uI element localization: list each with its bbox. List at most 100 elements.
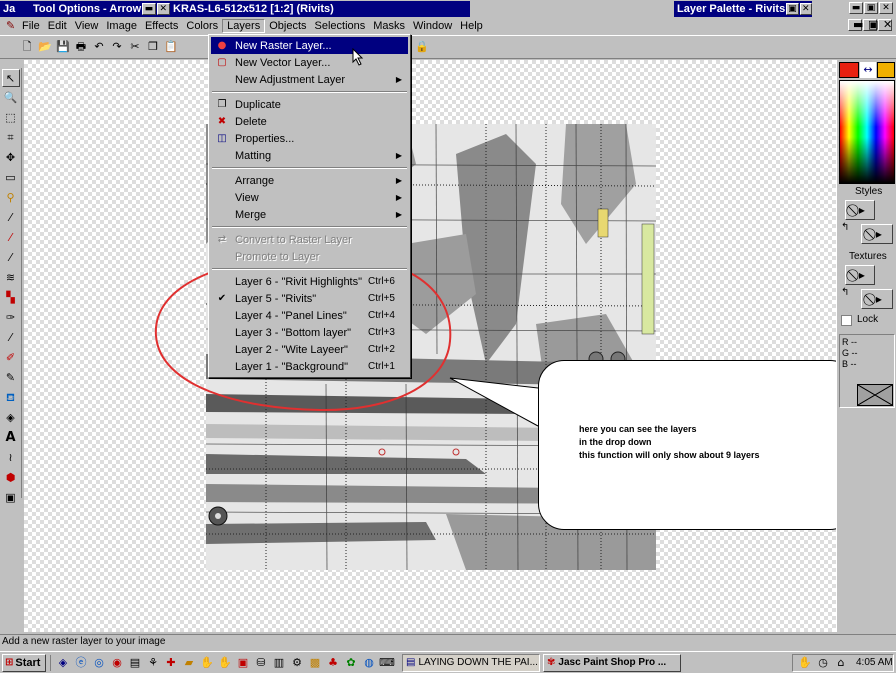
canvas-workspace[interactable]: here you can see the layers in the drop … [24,60,856,632]
new-file-icon[interactable]: 🗋 [20,40,34,54]
picture-tube-tool-icon[interactable]: ✐ [2,349,20,367]
menu-colors[interactable]: Colors [182,20,222,32]
cut-icon[interactable]: ✂ [128,40,142,54]
lock-checkbox[interactable] [841,315,852,326]
foreground-swatch[interactable] [839,62,859,78]
object-selector-tool-icon[interactable]: ▣ [2,489,20,507]
foreground-texture-button[interactable]: ⃠ ▸ [845,265,875,285]
undo-icon[interactable]: ↶ [92,40,106,54]
paint-icon[interactable]: ♣ [325,655,341,671]
menu-help[interactable]: Help [456,20,487,32]
menu-item-layer-5[interactable]: ✔ Layer 5 - "Rivits" Ctrl+5 [211,290,408,307]
scratch-remover-tool-icon[interactable]: ✑ [2,309,20,327]
menu-masks[interactable]: Masks [369,20,409,32]
open-folder-icon[interactable]: 📂 [38,40,52,54]
background-style-button[interactable]: ⃠ ▸ [861,224,893,244]
arrow-tool-icon[interactable]: ↖ [1,69,20,87]
mover-tool-icon[interactable]: ✥ [2,149,20,167]
tool-options-minimize-button[interactable]: ▬ [142,3,156,15]
chat-icon[interactable]: ⌨ [379,655,395,671]
doc-close-button[interactable]: ✕ [878,19,892,31]
tray-network-icon[interactable]: ⌂ [833,655,849,671]
menu-item-arrange[interactable]: Arrange ▶ [211,172,408,189]
crop-tool-icon[interactable]: ⌗ [2,129,20,147]
menu-objects[interactable]: Objects [265,20,310,32]
menu-item-layer-2[interactable]: Layer 2 - "Wite Layeer" Ctrl+2 [211,341,408,358]
plus-icon[interactable]: ✚ [163,655,179,671]
paste-icon[interactable]: 📋 [164,40,178,54]
menu-item-new-adjustment-layer[interactable]: New Adjustment Layer ▶ [211,71,408,88]
menu-item-merge[interactable]: Merge ▶ [211,206,408,223]
desktop-icon[interactable]: ◈ [55,655,71,671]
fill-tool-icon[interactable]: ◈ [2,409,20,427]
draw-tool-icon[interactable]: ≀ [2,449,20,467]
hand-icon[interactable]: ✋ [199,655,215,671]
media-icon[interactable]: ▥ [271,655,287,671]
game-icon[interactable]: ✿ [343,655,359,671]
menu-item-view[interactable]: View ▶ [211,189,408,206]
swap-styles-icon[interactable]: ↰ [841,222,849,233]
menu-item-new-vector-layer[interactable]: ▢ New Vector Layer... [211,54,408,71]
menu-file[interactable]: File [18,20,44,32]
tray-hand-icon[interactable]: ✋ [797,655,813,671]
deform-tool-icon[interactable]: ⬚ [2,109,20,127]
app-title-fragment[interactable]: Ja [0,1,30,17]
doc-minimize-button[interactable]: ▬ [848,19,863,31]
taskbar-button-psp[interactable]: ✾ Jasc Paint Shop Pro ... [543,653,681,672]
retouch-tool-icon[interactable]: ▚ [2,289,20,307]
save-icon[interactable]: 💾 [56,40,70,54]
menu-item-layer-3[interactable]: Layer 3 - "Bottom layer" Ctrl+3 [211,324,408,341]
menu-item-properties[interactable]: ◫ Properties... [211,130,408,147]
background-texture-button[interactable]: ⃠ ▸ [861,289,893,309]
preset-shapes-tool-icon[interactable]: ⬢ [2,469,20,487]
selection-tool-icon[interactable]: ▭ [2,169,20,187]
messenger-icon[interactable]: ▤ [127,655,143,671]
menu-item-matting[interactable]: Matting ▶ [211,147,408,164]
layer-palette-titlebar[interactable]: Layer Palette - Rivits ▣ ✕ [674,1,812,17]
gear-icon[interactable]: ⚙ [289,655,305,671]
menu-selections[interactable]: Selections [311,20,370,32]
menu-window[interactable]: Window [409,20,456,32]
menu-layers[interactable]: Layers [222,18,266,33]
document-titlebar[interactable]: KRAS-L6-512x512 [1:2] (Rivits) [170,1,470,17]
menu-item-layer-6[interactable]: Layer 6 - "Rivit Highlights" Ctrl+6 [211,273,408,290]
flood-fill-tool-icon[interactable]: ⛾ [2,389,20,407]
paintbrush-tool-icon[interactable]: ⁄ [2,229,20,247]
channels-icon[interactable]: ◉ [109,655,125,671]
text-tool-icon[interactable]: A [2,429,20,447]
layer-palette-close-button[interactable]: ✕ [799,3,812,15]
outlook-icon[interactable]: ◎ [91,655,107,671]
background-swatch[interactable] [877,62,895,78]
ie-icon[interactable]: ⓔ [73,655,89,671]
print-icon[interactable]: 🖶 [74,40,88,54]
app-shortcut-icon[interactable]: ▩ [307,655,323,671]
layer-palette-maximize-button[interactable]: ▣ [786,3,799,15]
color-replacer-tool-icon[interactable]: ≋ [2,269,20,287]
tool-options-close-button[interactable]: ✕ [156,3,170,15]
network-icon[interactable]: ⛁ [253,655,269,671]
folder-icon[interactable]: ▰ [181,655,197,671]
redo-icon[interactable]: ↷ [110,40,124,54]
app-close-button[interactable]: ✕ [879,2,893,14]
doc-maximize-button[interactable]: ▣ [863,19,878,31]
clone-brush-tool-icon[interactable]: ⁄ [2,249,20,267]
menu-item-layer-4[interactable]: Layer 4 - "Panel Lines" Ctrl+4 [211,307,408,324]
taskbar-button-word[interactable]: ▤ LAYING DOWN THE PAI... [402,653,540,672]
menu-item-delete[interactable]: ✖ Delete [211,113,408,130]
color-picker-spectrum[interactable] [839,80,895,184]
app-shortcut-icon[interactable]: ▣ [235,655,251,671]
start-button[interactable]: ⊞ Start [2,653,46,672]
menu-item-duplicate[interactable]: ❐ Duplicate [211,96,408,113]
app-maximize-button[interactable]: ▣ [864,2,878,14]
tool-options-titlebar[interactable]: Tool Options - Arrow ▬ ✕ [30,1,170,17]
menu-effects[interactable]: Effects [141,20,182,32]
menu-view[interactable]: View [71,20,103,32]
dropper-tool-icon[interactable]: ⁄ [2,209,20,227]
menu-item-layer-1[interactable]: Layer 1 - "Background" Ctrl+1 [211,358,408,375]
swap-colors-icon[interactable]: ↔ [860,62,876,78]
app-minimize-button[interactable]: ▬ [849,2,863,14]
menu-item-new-raster-layer[interactable]: ● New Raster Layer... [211,37,408,54]
menu-image[interactable]: Image [102,20,141,32]
copy-icon[interactable]: ❐ [146,40,160,54]
pinned-app-icon[interactable]: ⚘ [145,655,161,671]
